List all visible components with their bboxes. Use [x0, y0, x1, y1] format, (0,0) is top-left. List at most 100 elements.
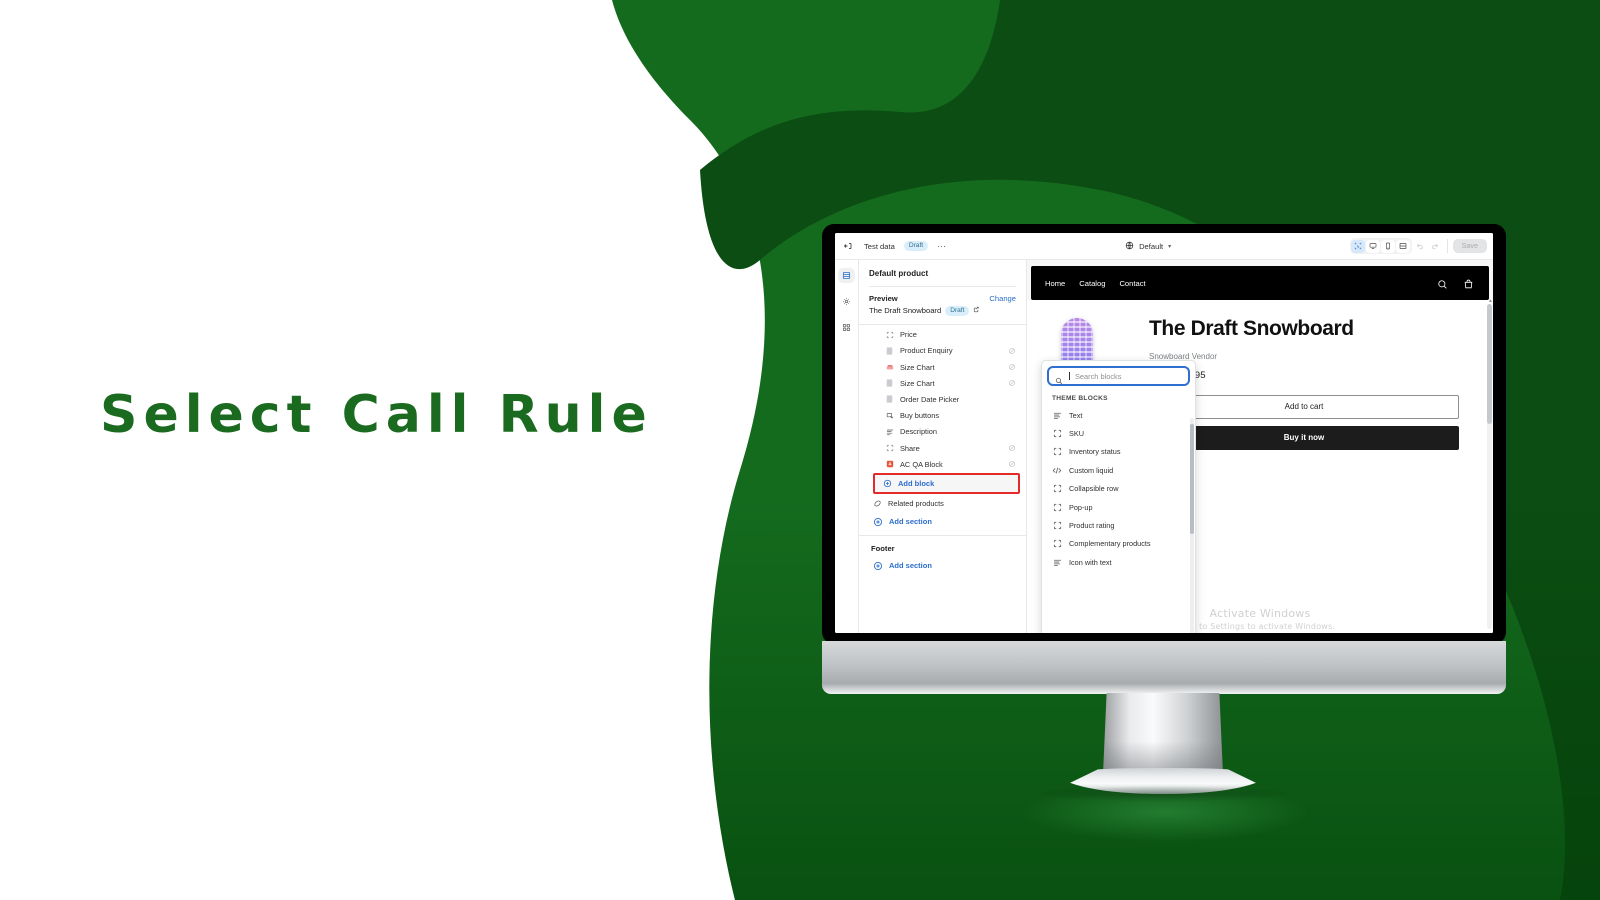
footer-add-section-button[interactable]: Add section [859, 556, 1026, 575]
block-list-item[interactable]: Description [859, 424, 1026, 440]
popover-block-label: SKU [1069, 429, 1085, 439]
popover-block-collapsible-row[interactable]: Collapsible row [1042, 480, 1195, 498]
block-label: Order Date Picker [900, 394, 960, 404]
buy-buttons-icon [885, 411, 894, 420]
monitor-chin [822, 641, 1506, 694]
block-label: Description [900, 427, 937, 437]
preview-product-row: The Draft Snowboard Draft [869, 306, 1016, 316]
hidden-eye-icon[interactable] [1008, 444, 1016, 452]
panel-template-title: Default product [869, 269, 929, 278]
monitor-neck [1103, 693, 1223, 775]
nav-actions [1437, 277, 1475, 289]
popover-block-label: Complementary products [1069, 539, 1151, 549]
preview-product-name: The Draft Snowboard [869, 306, 942, 316]
theme-selector-label[interactable]: Default [1139, 242, 1163, 251]
popover-block-label: Inventory status [1069, 447, 1121, 457]
preview-status-badge: Draft [945, 306, 970, 316]
hidden-eye-icon[interactable] [1008, 379, 1016, 387]
exit-icon[interactable] [841, 239, 855, 253]
popover-scroll-area[interactable]: THEME BLOCKS Text SKU Inventory status C… [1042, 390, 1195, 633]
monitor-frame: Test data Draft ⋯ Default ▾ Save Default… [822, 224, 1506, 644]
nav-link-catalog[interactable]: Catalog [1079, 279, 1105, 288]
popover-block-label: Custom liquid [1069, 465, 1114, 475]
popover-block-text[interactable]: Text [1042, 406, 1195, 424]
popover-block-popup[interactable]: Pop-up [1042, 498, 1195, 516]
text-lines-icon [1052, 557, 1062, 567]
mobile-icon[interactable] [1381, 239, 1396, 253]
popover-scrollbar[interactable] [1190, 418, 1194, 633]
block-label: Buy buttons [900, 411, 940, 421]
add-section-label: Add section [889, 517, 932, 527]
plus-circle-icon [873, 517, 883, 527]
footer-group-title: Footer [871, 544, 895, 554]
preview-label: Preview [869, 294, 898, 303]
watermark-line-1: Activate Windows [1209, 607, 1311, 620]
block-label: Size Chart [900, 378, 935, 388]
chevron-down-icon[interactable]: ▾ [1168, 243, 1171, 250]
popover-block-product-rating[interactable]: Product rating [1042, 516, 1195, 534]
popover-block-complementary-products[interactable]: Complementary products [1042, 535, 1195, 553]
preview-scrollbar[interactable] [1487, 304, 1492, 629]
section-related-products[interactable]: Related products [859, 494, 1026, 512]
block-list-item[interactable]: AC QA Block [859, 456, 1026, 472]
editor-body: Default product Preview Change The Draft… [835, 260, 1493, 633]
topbar-left-group: Test data Draft ⋯ [841, 239, 947, 253]
external-link-icon[interactable] [973, 306, 980, 315]
block-list-item[interactable]: Order Date Picker [859, 391, 1026, 407]
fullscreen-icon[interactable] [1396, 239, 1411, 253]
popover-block-label: Text [1069, 410, 1083, 420]
code-icon [1052, 465, 1062, 475]
gear-icon[interactable] [838, 294, 855, 309]
block-list-item[interactable]: Size Chart [859, 359, 1026, 375]
block-list-item[interactable]: Size Chart [859, 375, 1026, 391]
desktop-icon[interactable] [1366, 239, 1381, 253]
app-block-icon [885, 379, 894, 388]
popover-block-sku[interactable]: SKU [1042, 424, 1195, 442]
popover-block-inventory-status[interactable]: Inventory status [1042, 443, 1195, 461]
storefront-nav: Home Catalog Contact [1031, 266, 1489, 300]
popover-block-custom-liquid[interactable]: Custom liquid [1042, 461, 1195, 479]
product-title: The Draft Snowboard [1149, 317, 1354, 340]
block-list-item[interactable]: Share [859, 440, 1026, 456]
page-title: Select Call Rule [100, 385, 653, 445]
plus-circle-icon [873, 561, 883, 571]
text-lines-icon [1052, 410, 1062, 420]
size-chart-icon [885, 363, 894, 372]
product-vendor: Snowboard Vendor [1149, 351, 1218, 361]
add-block-button[interactable]: Add block [873, 473, 1020, 495]
hidden-eye-icon[interactable] [1008, 347, 1016, 355]
preview-scrollbar-thumb[interactable] [1487, 304, 1492, 424]
block-placeholder-icon [885, 330, 894, 339]
monitor-glow [1020, 782, 1310, 842]
apps-icon[interactable] [838, 320, 855, 335]
popover-block-label: Pop-up [1069, 502, 1093, 512]
cart-icon[interactable] [1463, 277, 1475, 289]
redo-icon[interactable] [1429, 240, 1442, 253]
nav-link-contact[interactable]: Contact [1119, 279, 1145, 288]
popover-scrollbar-thumb[interactable] [1190, 424, 1194, 534]
block-list-item[interactable]: Buy buttons [859, 408, 1026, 424]
block-list-item[interactable]: Product Enquiry [859, 343, 1026, 359]
hidden-eye-icon[interactable] [1008, 460, 1016, 468]
block-list-item[interactable]: Price [859, 327, 1026, 343]
save-button[interactable]: Save [1452, 238, 1487, 254]
monitor-screen: Test data Draft ⋯ Default ▾ Save Default… [835, 233, 1493, 633]
search-blocks-input[interactable]: Search blocks [1047, 366, 1190, 386]
text-lines-icon [885, 427, 894, 436]
add-section-button[interactable]: Add section [859, 512, 1026, 531]
search-icon [1055, 372, 1064, 384]
related-products-icon [873, 499, 882, 508]
block-placeholder-icon [1052, 484, 1062, 494]
cursor-select-icon[interactable] [1351, 239, 1366, 253]
sections-icon[interactable] [838, 268, 855, 283]
hidden-eye-icon[interactable] [1008, 363, 1016, 371]
popover-block-icon-with-text[interactable]: Icon with text [1042, 553, 1195, 571]
search-icon[interactable] [1437, 277, 1449, 289]
ellipsis-icon[interactable]: ⋯ [937, 241, 947, 252]
app-block-icon [885, 395, 894, 404]
search-placeholder: Search blocks [1075, 371, 1122, 381]
change-preview-link[interactable]: Change [989, 294, 1016, 303]
undo-icon[interactable] [1414, 240, 1427, 253]
plus-circle-icon [883, 479, 892, 488]
nav-link-home[interactable]: Home [1045, 279, 1065, 288]
